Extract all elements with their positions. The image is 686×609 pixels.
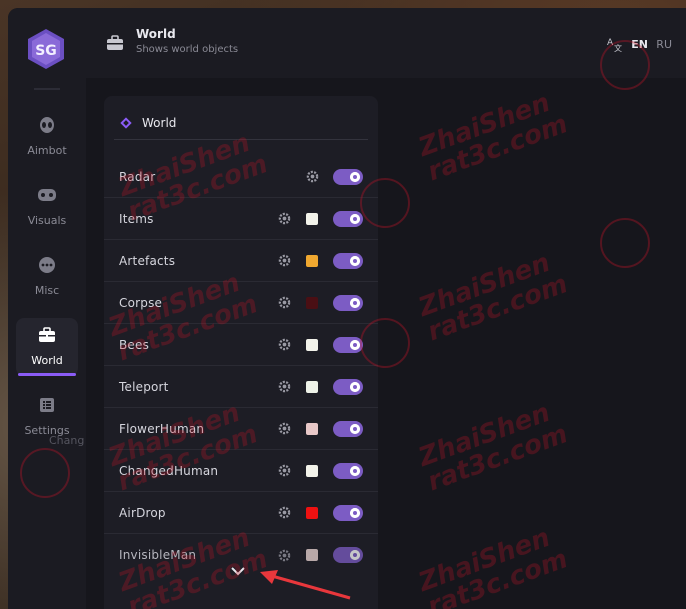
gear-icon[interactable] xyxy=(278,506,291,519)
toggle-switch[interactable] xyxy=(333,210,363,227)
gamepad-icon xyxy=(36,184,58,206)
list-item: FlowerHuman xyxy=(104,408,378,450)
dots-icon xyxy=(36,254,58,276)
row-label: Radar xyxy=(119,169,156,184)
language-ru-button[interactable]: RU xyxy=(656,38,672,51)
briefcase-icon xyxy=(107,35,123,50)
gear-icon[interactable] xyxy=(278,212,291,225)
sidebar-item-aimbot[interactable]: Aimbot xyxy=(16,108,78,166)
gear-icon[interactable] xyxy=(278,338,291,351)
color-swatch[interactable] xyxy=(306,506,318,519)
language-en-button[interactable]: EN xyxy=(631,38,648,51)
row-label: AirDrop xyxy=(119,505,166,520)
gear-icon[interactable] xyxy=(278,380,291,393)
page-title: World xyxy=(136,27,176,41)
toggle-switch[interactable] xyxy=(333,462,363,479)
annotation-arrow xyxy=(260,570,351,600)
svg-text:SG: SG xyxy=(35,43,57,59)
sidebar-item-label: Misc xyxy=(34,284,60,297)
row-label: Corpse xyxy=(119,295,163,310)
row-label: ChangedHuman xyxy=(119,463,219,478)
briefcase-icon xyxy=(36,324,58,346)
toggle-switch[interactable] xyxy=(333,252,363,269)
list-item: Corpse xyxy=(104,282,378,324)
row-label: Teleport xyxy=(119,379,169,394)
section-title: World xyxy=(142,115,177,130)
app-window: SG Aimbot Visuals Misc World Settings Ch… xyxy=(8,8,686,609)
page-subtitle: Shows world objects xyxy=(136,44,239,55)
list-item: ChangedHuman xyxy=(104,450,378,492)
gear-icon[interactable] xyxy=(278,254,291,267)
section-header: World xyxy=(114,106,368,140)
alien-icon xyxy=(36,114,58,136)
row-label: InvisibleMan xyxy=(119,548,197,562)
sidebar-item-world[interactable]: World xyxy=(16,318,78,376)
color-swatch[interactable] xyxy=(306,380,318,393)
header: World Shows world objects A 文 EN RU xyxy=(86,8,686,78)
diamond-icon xyxy=(120,116,132,129)
toggle-switch[interactable] xyxy=(333,336,363,353)
toggle-switch[interactable] xyxy=(333,420,363,437)
chevron-down-icon[interactable] xyxy=(230,566,246,576)
sidebar-item-misc[interactable]: Misc xyxy=(16,248,78,306)
list-item: Items xyxy=(104,198,378,240)
sidebar-item-label: Aimbot xyxy=(27,144,67,157)
color-swatch[interactable] xyxy=(306,422,318,435)
sidebar-item-label: Visuals xyxy=(27,214,67,227)
list-item: Radar xyxy=(104,156,378,198)
toggle-switch[interactable] xyxy=(333,168,363,185)
row-label: Bees xyxy=(119,337,150,352)
color-swatch[interactable] xyxy=(306,464,318,477)
sidebar-ghost-text: Chang xyxy=(49,434,85,447)
gear-icon[interactable] xyxy=(278,296,291,309)
list-item: Teleport xyxy=(104,366,378,408)
svg-text:A: A xyxy=(607,38,614,48)
gear-icon[interactable] xyxy=(306,170,319,183)
translate-icon: A 文 xyxy=(607,38,622,52)
sidebar: SG Aimbot Visuals Misc World Settings Ch… xyxy=(8,8,86,609)
svg-text:文: 文 xyxy=(614,43,622,52)
toggle-switch[interactable] xyxy=(333,378,363,395)
sidebar-item-label: World xyxy=(31,354,63,367)
gear-icon[interactable] xyxy=(278,422,291,435)
app-logo: SG xyxy=(28,29,64,69)
color-swatch[interactable] xyxy=(306,296,318,309)
list-item: Bees xyxy=(104,324,378,366)
world-panel: World Radar Items Artefacts Corpse Bees … xyxy=(104,96,378,609)
list-item: AirDrop xyxy=(104,492,378,534)
toggle-switch[interactable] xyxy=(333,504,363,521)
color-swatch[interactable] xyxy=(306,338,318,351)
toggle-switch[interactable] xyxy=(333,294,363,311)
logo-divider xyxy=(34,88,60,90)
row-label: Artefacts xyxy=(119,253,176,268)
color-swatch[interactable] xyxy=(306,549,318,561)
gear-icon[interactable] xyxy=(278,549,291,562)
row-label: FlowerHuman xyxy=(119,421,205,436)
list-item: Artefacts xyxy=(104,240,378,282)
toggle-switch[interactable] xyxy=(333,547,363,563)
row-label: Items xyxy=(119,211,154,226)
list-icon xyxy=(36,394,58,416)
color-swatch[interactable] xyxy=(306,212,318,225)
color-swatch[interactable] xyxy=(306,254,318,267)
gear-icon[interactable] xyxy=(278,464,291,477)
sidebar-item-visuals[interactable]: Visuals xyxy=(16,178,78,236)
